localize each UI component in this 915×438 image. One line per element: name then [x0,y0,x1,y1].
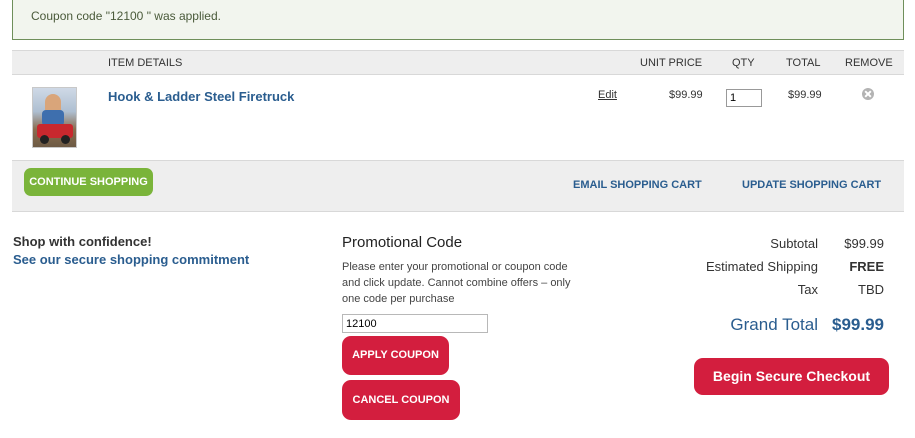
header-remove: REMOVE [845,57,893,69]
shipping-value: FREE [849,259,884,274]
tax-value: TBD [858,282,884,297]
unit-price-value: $99.99 [669,89,703,101]
header-unit-price: UNIT PRICE [640,57,703,69]
product-thumbnail[interactable] [32,87,77,148]
coupon-applied-notice: Coupon code "12100 " was applied. [12,0,904,40]
confidence-heading: Shop with confidence! [13,234,152,249]
email-cart-link[interactable]: EMAIL SHOPPING CART [573,179,702,191]
cart-action-bar: CONTINUE SHOPPING EMAIL SHOPPING CART UP… [12,160,904,212]
row-total-value: $99.99 [788,89,822,101]
shipping-label: Estimated Shipping [705,259,818,274]
header-item-details: ITEM DETAILS [108,57,183,69]
secure-commitment-link[interactable]: See our secure shopping commitment [13,252,249,267]
notice-message: Coupon code "12100 " was applied. [31,9,221,23]
edit-item-link[interactable]: Edit [598,89,617,101]
subtotal-value: $99.99 [844,236,884,251]
subtotal-label: Subtotal [770,236,818,251]
cart-table-header: ITEM DETAILS UNIT PRICE QTY TOTAL REMOVE [12,50,904,75]
apply-coupon-button[interactable]: APPLY COUPON [342,336,449,375]
quantity-input[interactable] [726,89,762,107]
header-total: TOTAL [786,57,821,69]
close-circle-icon[interactable] [862,88,874,100]
promo-code-input[interactable] [342,314,488,333]
tax-label: Tax [797,282,818,297]
header-qty: QTY [732,57,755,69]
update-cart-link[interactable]: UPDATE SHOPPING CART [742,179,881,191]
cart-item-row: Hook & Ladder Steel Firetruck Edit $99.9… [12,76,904,160]
cancel-coupon-button[interactable]: CANCEL COUPON [342,380,460,420]
grand-total-value: $99.99 [832,315,884,334]
shopping-cart-page: Coupon code "12100 " was applied. ITEM D… [0,0,915,438]
grand-total-label: Grand Total [730,315,818,334]
continue-shopping-button[interactable]: CONTINUE SHOPPING [24,168,153,196]
promo-code-description: Please enter your promotional or coupon … [342,261,571,305]
product-name-link[interactable]: Hook & Ladder Steel Firetruck [108,89,294,104]
promo-code-title: Promotional Code [342,234,463,251]
begin-checkout-button[interactable]: Begin Secure Checkout [694,358,889,395]
